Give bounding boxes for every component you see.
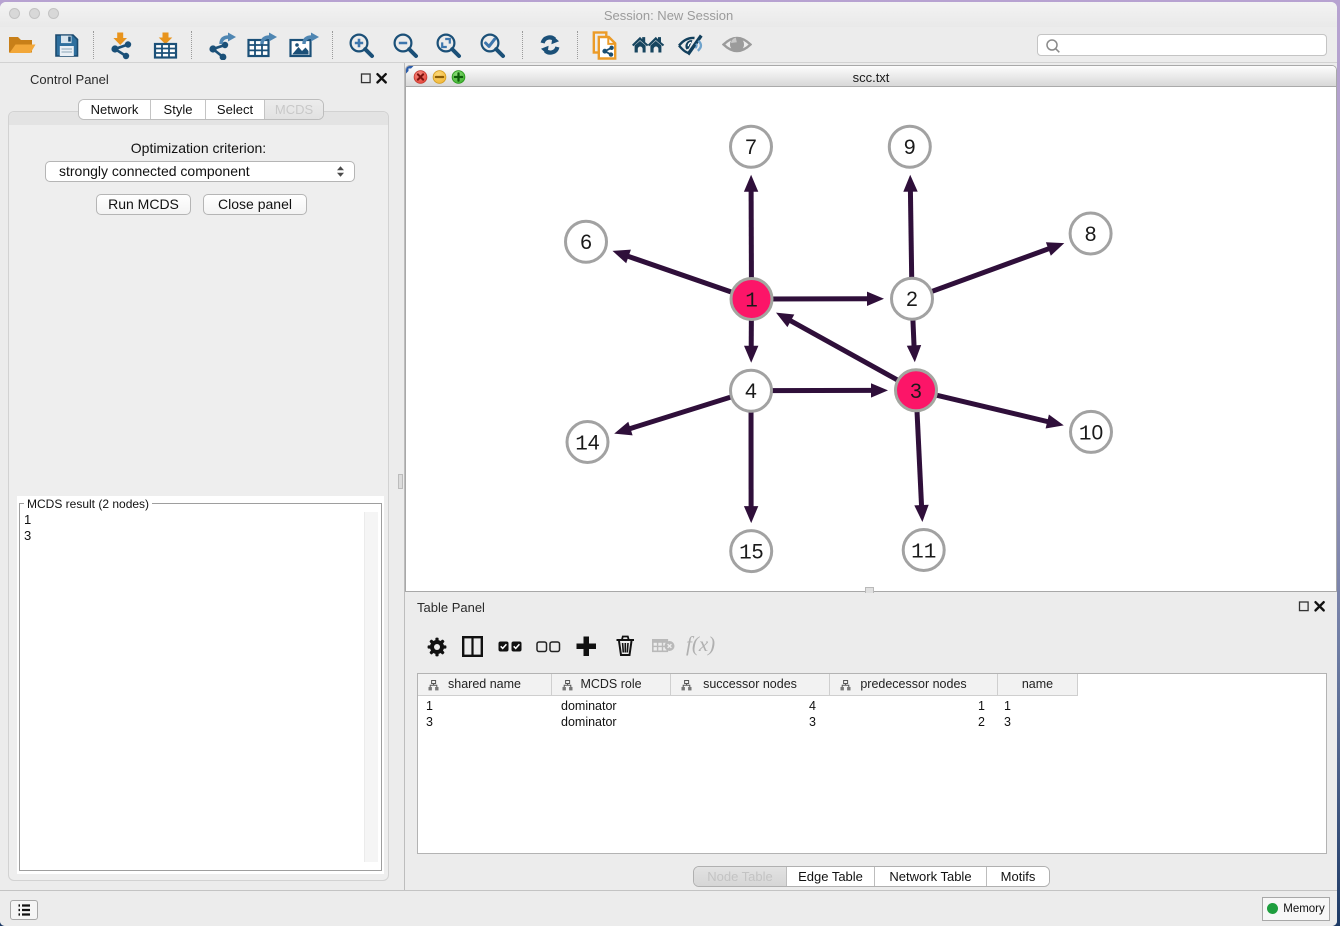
svg-text:14: 14 bbox=[575, 432, 600, 457]
svg-text:1: 1 bbox=[745, 291, 758, 314]
svg-text:6: 6 bbox=[580, 231, 592, 254]
svg-text:10: 10 bbox=[1079, 421, 1103, 446]
svg-text:4: 4 bbox=[745, 380, 757, 403]
svg-text:2: 2 bbox=[906, 288, 918, 311]
svg-text:3: 3 bbox=[910, 380, 922, 403]
svg-text:8: 8 bbox=[1085, 223, 1097, 246]
svg-text:15: 15 bbox=[739, 541, 763, 566]
svg-text:9: 9 bbox=[904, 136, 916, 159]
svg-text:11: 11 bbox=[911, 542, 936, 565]
svg-text:7: 7 bbox=[745, 136, 757, 159]
